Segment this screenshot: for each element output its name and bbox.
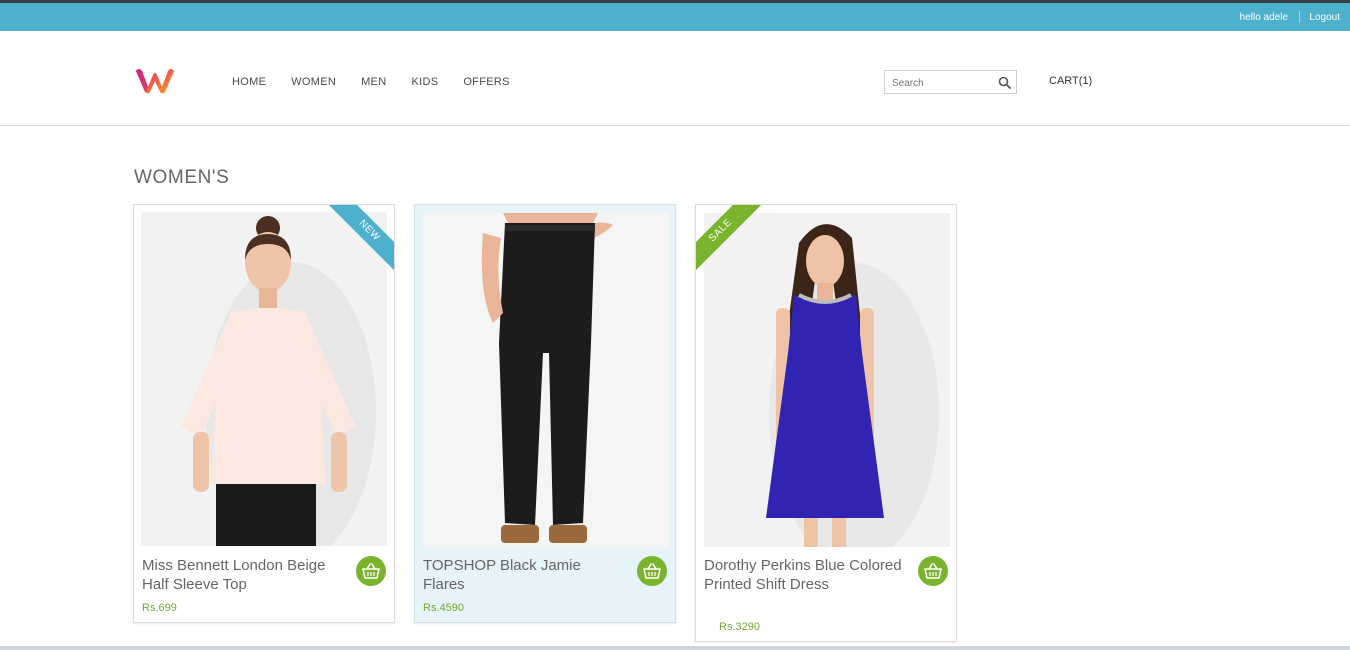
product-image[interactable] [423, 213, 669, 547]
product-image[interactable] [704, 213, 950, 547]
search-icon[interactable] [998, 76, 1011, 89]
product-card[interactable]: TOPSHOP Black Jamie Flares Rs.4590 [414, 204, 676, 623]
add-to-cart-button[interactable] [918, 556, 948, 586]
search-box [884, 70, 1017, 94]
search-input[interactable] [890, 75, 994, 91]
product-image[interactable] [141, 212, 387, 546]
nav-kids[interactable]: KIDS [411, 76, 438, 88]
user-greeting: hello adele [1239, 12, 1288, 23]
product-price: Rs.4590 [423, 602, 464, 614]
window-bottom-edge [0, 646, 1350, 650]
nav-offers[interactable]: OFFERS [463, 76, 509, 88]
top-bar: hello adele Logout [0, 3, 1350, 31]
nav-home[interactable]: HOME [232, 76, 266, 88]
product-price: Rs.699 [142, 602, 177, 614]
product-card[interactable]: NEW Miss Bennett London Beige Half Sleev… [133, 204, 395, 623]
logout-link[interactable]: Logout [1309, 12, 1340, 23]
site-header: HOME WOMEN MEN KIDS OFFERS CART(1) [0, 31, 1350, 126]
basket-icon [362, 563, 380, 579]
brand-logo[interactable] [133, 65, 177, 95]
product-name[interactable]: Miss Bennett London Beige Half Sleeve To… [142, 556, 342, 594]
product-name[interactable]: TOPSHOP Black Jamie Flares [423, 556, 623, 594]
product-card[interactable]: SALE Dorothy Perkins Blue Colored Printe… [695, 204, 957, 642]
cart-link[interactable]: CART(1) [1049, 75, 1092, 87]
add-to-cart-button[interactable] [637, 556, 667, 586]
product-price: Rs.3290 [719, 621, 760, 633]
product-name[interactable]: Dorothy Perkins Blue Colored Printed Shi… [704, 556, 904, 594]
basket-icon [924, 563, 942, 579]
nav-men[interactable]: MEN [361, 76, 386, 88]
section-title: WOMEN'S [134, 167, 230, 188]
add-to-cart-button[interactable] [356, 556, 386, 586]
main-nav: HOME WOMEN MEN KIDS OFFERS [232, 76, 535, 88]
nav-women[interactable]: WOMEN [291, 76, 336, 88]
top-bar-divider [1299, 11, 1300, 23]
basket-icon [643, 563, 661, 579]
